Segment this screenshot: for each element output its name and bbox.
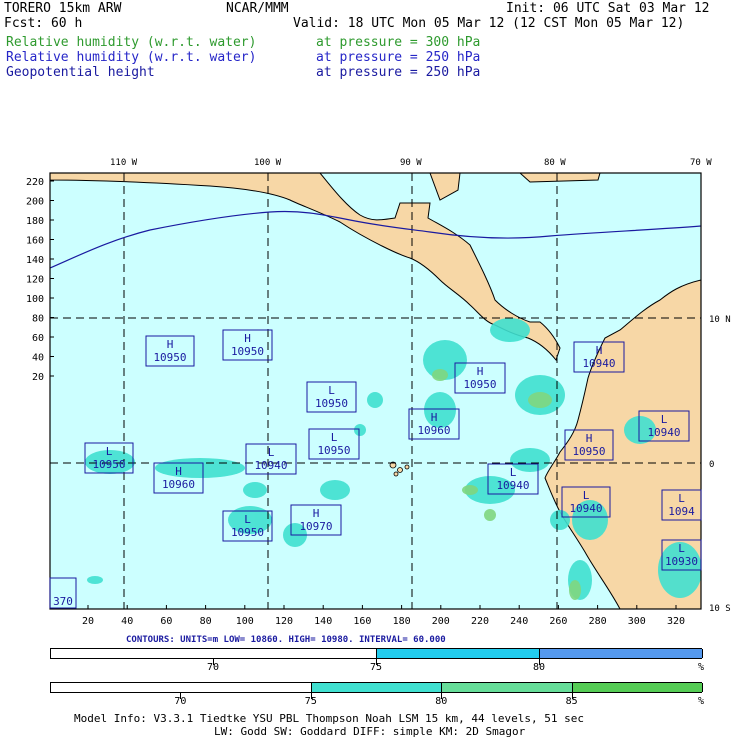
colorbar-segment xyxy=(540,649,703,658)
lon-label-100w: 100 W xyxy=(254,158,282,168)
pressure-center-type: L xyxy=(678,492,685,505)
lon-label-80w: 80 W xyxy=(544,158,566,168)
x-tick-label: 240 xyxy=(510,616,528,627)
colorbar-unit: % xyxy=(698,662,705,673)
pressure-center-type: L xyxy=(328,384,335,397)
colorbar-tick-label: 85 xyxy=(565,696,578,707)
pressure-center-type: H xyxy=(431,411,438,424)
colorbar-tick-label: 70 xyxy=(207,662,220,673)
colorbar-segment xyxy=(51,649,377,658)
y-tick-label: 20 xyxy=(32,372,44,383)
x-tick-label: 40 xyxy=(121,616,133,627)
lon-label-70w: 70 W xyxy=(690,158,712,168)
pressure-center-value: 10950 xyxy=(153,351,186,364)
x-tick-label: 160 xyxy=(353,616,371,627)
pressure-center-value: 10940 xyxy=(582,357,615,370)
colorbar-tick-label: 80 xyxy=(435,696,448,707)
pressure-center-value: 10950 xyxy=(317,444,350,457)
colorbar-tick-label: 75 xyxy=(304,696,317,707)
pressure-center-value: 10950 xyxy=(572,445,605,458)
y-tick-label: 60 xyxy=(32,333,44,344)
physics-info: LW: Godd SW: Goddard DIFF: simple KM: 2D… xyxy=(214,725,526,738)
y-tick-label: 220 xyxy=(26,177,44,188)
y-tick-label: 100 xyxy=(26,294,44,305)
pressure-center-value: 10950 xyxy=(231,345,264,358)
y-tick-label: 80 xyxy=(32,314,44,325)
colorbar-unit: % xyxy=(698,696,705,707)
pressure-center-value: 10950 xyxy=(463,378,496,391)
pressure-center-value: 10930 xyxy=(665,555,698,568)
pressure-center-type: H xyxy=(313,507,320,520)
pressure-center-value: 10950 xyxy=(92,458,125,471)
forecast-map: 110 W 100 W 90 W 80 W 70 W 10 N 0 10 S 2… xyxy=(26,158,731,627)
pressure-center-type: H xyxy=(244,332,251,345)
x-tick-label: 20 xyxy=(82,616,94,627)
pressure-center-value: 10970 xyxy=(299,520,332,533)
pressure-center-type: H xyxy=(167,338,174,351)
pressure-center-value: 10960 xyxy=(417,424,450,437)
pressure-center-value: 1094 xyxy=(668,505,695,518)
pressure-center-type: H xyxy=(175,465,182,478)
lon-label-110w: 110 W xyxy=(110,158,138,168)
pressure-center-type: L xyxy=(510,466,517,479)
x-tick-label: 60 xyxy=(160,616,172,627)
pressure-center-type: L xyxy=(244,513,251,526)
pressure-center-type: L xyxy=(331,431,338,444)
colorbar-tick-label: 80 xyxy=(533,662,546,673)
pressure-center-value: 10940 xyxy=(254,459,287,472)
lat-label-10s: 10 S xyxy=(709,604,731,614)
x-tick-label: 280 xyxy=(589,616,607,627)
x-tick-label: 320 xyxy=(667,616,685,627)
pressure-center-type: L xyxy=(661,413,668,426)
colorbar-segment xyxy=(51,683,312,692)
x-tick-label: 260 xyxy=(549,616,567,627)
colorbar-segment xyxy=(442,683,573,692)
x-tick-label: 180 xyxy=(393,616,411,627)
contours-info: CONTOURS: UNITS=m LOW= 10860. HIGH= 1098… xyxy=(126,635,446,645)
y-tick-label: 200 xyxy=(26,197,44,208)
model-info: Model Info: V3.3.1 Tiedtke YSU PBL Thomp… xyxy=(74,712,584,725)
colorbar-250hpa xyxy=(50,648,703,659)
colorbar-tick-label: 70 xyxy=(174,696,187,707)
pressure-center-value: 10940 xyxy=(647,426,680,439)
y-tick-label: 180 xyxy=(26,216,44,227)
lon-label-90w: 90 W xyxy=(400,158,422,168)
y-tick-label: 40 xyxy=(32,353,44,364)
x-tick-label: 140 xyxy=(314,616,332,627)
colorbar-300hpa xyxy=(50,682,703,693)
pressure-center-value: 370 xyxy=(53,595,73,608)
y-tick-label: 160 xyxy=(26,236,44,247)
lat-label-10n: 10 N xyxy=(709,315,731,325)
colorbar-segment xyxy=(572,683,703,692)
caribbean-island xyxy=(519,173,601,183)
x-tick-label: 200 xyxy=(432,616,450,627)
pressure-center-value: 10950 xyxy=(231,526,264,539)
pressure-center-value: 10960 xyxy=(162,478,195,491)
pressure-center-value: 10950 xyxy=(315,397,348,410)
y-tick-label: 140 xyxy=(26,255,44,266)
lat-label-0: 0 xyxy=(709,460,714,470)
pressure-center-type: H xyxy=(477,365,484,378)
pressure-center-value: 10940 xyxy=(569,502,602,515)
colorbar-tick-label: 75 xyxy=(370,662,383,673)
colorbar-segment xyxy=(377,649,540,658)
pressure-center-type: L xyxy=(268,446,275,459)
pressure-center-type: L xyxy=(106,445,113,458)
pressure-center-value: 10940 xyxy=(496,479,529,492)
pressure-center-type: L xyxy=(583,489,590,502)
x-tick-label: 100 xyxy=(236,616,254,627)
x-tick-label: 80 xyxy=(200,616,212,627)
pressure-center-type: H xyxy=(586,432,593,445)
x-tick-label: 120 xyxy=(275,616,293,627)
pressure-center-type: H xyxy=(596,344,603,357)
colorbar-segment xyxy=(311,683,443,692)
x-tick-label: 300 xyxy=(628,616,646,627)
pressure-center-type: L xyxy=(678,542,685,555)
x-tick-label: 220 xyxy=(471,616,489,627)
y-tick-label: 120 xyxy=(26,275,44,286)
